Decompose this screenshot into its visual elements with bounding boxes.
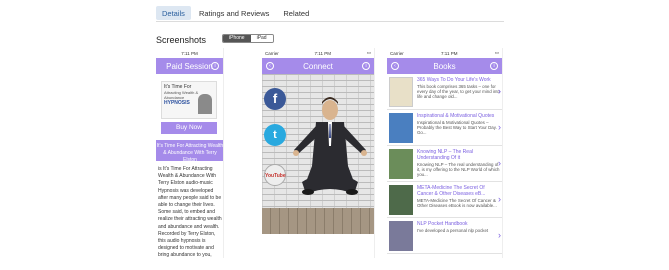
book-title: 365 Ways To Do Your Life's Work	[417, 77, 491, 83]
nav-title: Books	[433, 61, 456, 71]
screenshot-connect[interactable]: Carrier 7:11 PM ▭ ‹ Connect i f t YouTub…	[262, 48, 375, 258]
tab-divider	[156, 21, 504, 22]
book-thumbnail	[389, 185, 413, 215]
chevron-right-icon: ›	[498, 230, 501, 240]
book-thumbnail	[389, 77, 413, 107]
screenshot-books[interactable]: Carrier 7:11 PM ▭ ‹ Books i 365 Ways To …	[387, 48, 503, 258]
meditating-businessman-image	[293, 97, 367, 195]
author-photo	[198, 94, 212, 114]
session-banner: It's Time For Attracting Wealth & Abunda…	[156, 140, 223, 163]
list-item[interactable]: Inspirational & Motivational Quotes Inspi…	[387, 110, 502, 146]
book-thumbnail	[389, 113, 413, 143]
back-icon[interactable]: ‹	[391, 62, 399, 70]
status-bar: Carrier 7:11 PM ▭	[262, 48, 374, 58]
back-icon[interactable]: ‹	[266, 62, 274, 70]
status-time: 7:11 PM	[314, 50, 331, 56]
book-description: Knowing NLP – The real understanding of …	[417, 162, 500, 178]
device-ipad-button[interactable]: iPad	[250, 35, 273, 42]
info-icon: i	[211, 62, 219, 70]
books-list: 365 Ways To Do Your Life's Work This book…	[387, 74, 502, 254]
list-item[interactable]: NLP Pocket Handbook I've developed a pers…	[387, 218, 502, 254]
nav-title: Paid Session	[166, 61, 213, 71]
book-description: I've developed a personal nlp pocket	[417, 228, 489, 233]
nav-title: Connect	[303, 61, 333, 71]
session-description: is It's Time For Attracting Wealth & Abu…	[158, 166, 222, 258]
chevron-right-icon: ›	[498, 158, 501, 168]
book-title: Knowing NLP – The Real Understanding Of …	[417, 149, 473, 161]
app-detail-page: Details Ratings and Reviews Related Scre…	[0, 0, 669, 270]
info-icon: i	[362, 62, 370, 70]
book-title: NLP Pocket Handbook	[417, 221, 468, 227]
list-item[interactable]: Knowing NLP – The Real Understanding Of …	[387, 146, 502, 182]
device-iphone-button[interactable]: iPhone	[223, 35, 251, 42]
nav-bar: ‹ Books i	[387, 58, 502, 74]
screenshots-title: Screenshots	[156, 35, 207, 45]
book-cover: It's Time For Attracting Wealth & Abunda…	[161, 81, 217, 119]
status-time: 7:11 PM	[441, 50, 458, 56]
status-bar: 7:11 PM	[156, 48, 223, 58]
book-title: META-Medicine The Secret Of Cancer & Oth…	[417, 185, 486, 197]
twitter-icon[interactable]: t	[264, 124, 286, 146]
status-carrier: Carrier	[265, 50, 279, 56]
chevron-right-icon: ›	[498, 122, 501, 132]
list-item[interactable]: META-Medicine The Secret Of Cancer & Oth…	[387, 182, 502, 218]
screenshot-paid-session[interactable]: 7:11 PM Paid Session i It's Time For Att…	[156, 48, 224, 258]
battery-icon: ▭	[366, 50, 371, 55]
book-thumbnail	[389, 149, 413, 179]
status-time: 7:11 PM	[181, 50, 198, 56]
book-thumbnail	[389, 221, 413, 251]
nav-bar: ‹ Connect i	[262, 58, 374, 74]
book-description: Inspirational & Motivational Quotes – Pr…	[417, 120, 497, 136]
status-carrier: Carrier	[390, 50, 404, 56]
chevron-right-icon: ›	[498, 86, 501, 96]
buy-now-button[interactable]: Buy Now	[161, 122, 217, 134]
tab-details[interactable]: Details	[156, 6, 191, 20]
book-title: Inspirational & Motivational Quotes	[417, 113, 495, 119]
tab-related[interactable]: Related	[277, 6, 315, 20]
facebook-icon[interactable]: f	[264, 88, 286, 110]
tab-bar: Details Ratings and Reviews Related	[156, 6, 315, 20]
book-description: This book comprises 365 tasks – one for …	[417, 84, 500, 100]
info-icon: i	[490, 62, 498, 70]
list-item[interactable]: 365 Ways To Do Your Life's Work This book…	[387, 74, 502, 110]
chevron-right-icon: ›	[498, 194, 501, 204]
book-description: META-Medicine The Secret Of Cancer & Oth…	[417, 198, 497, 209]
youtube-icon[interactable]: YouTube	[264, 164, 286, 186]
status-bar: Carrier 7:11 PM ▭	[387, 48, 502, 58]
nav-bar: Paid Session i	[156, 58, 223, 74]
battery-icon: ▭	[494, 50, 499, 55]
device-toggle: iPhone iPad	[222, 34, 274, 43]
tab-ratings-reviews[interactable]: Ratings and Reviews	[193, 6, 275, 20]
